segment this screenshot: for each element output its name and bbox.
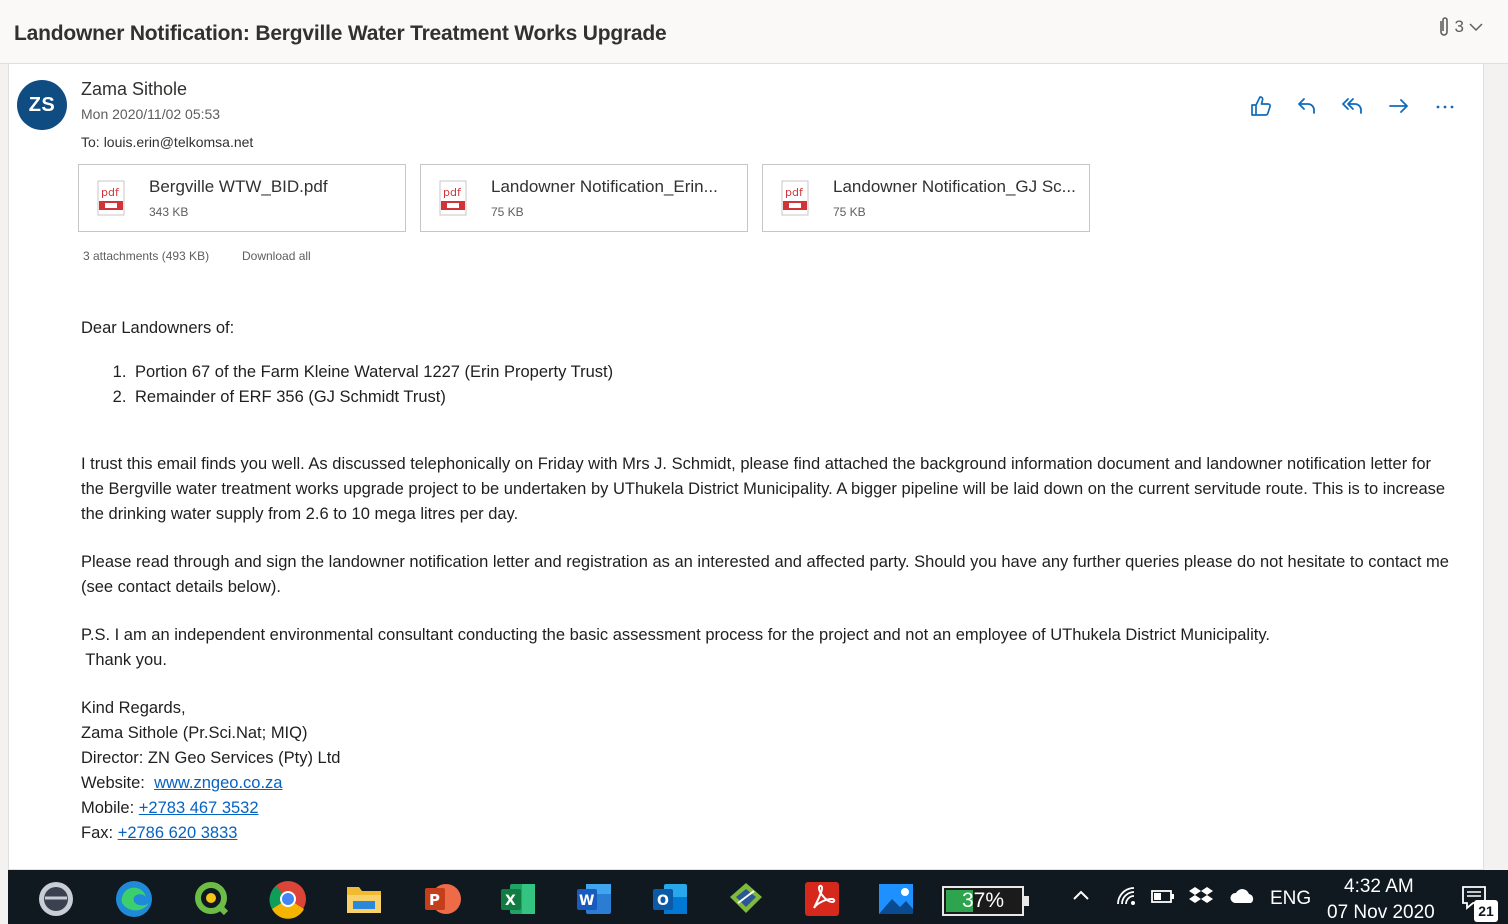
forward-button[interactable] bbox=[1383, 90, 1415, 122]
greeting: Dear Landowners of: bbox=[81, 319, 235, 337]
website-link[interactable]: www.zngeo.co.za bbox=[154, 774, 282, 792]
more-actions-button[interactable] bbox=[1429, 90, 1461, 122]
forward-icon bbox=[1389, 99, 1408, 113]
clock-time[interactable]: 4:32 AM bbox=[1344, 876, 1414, 898]
taskbar: P X W O 37% ENG 4:32 AM 07 Nov 2020 21 bbox=[8, 870, 1508, 924]
conversation-count[interactable]: 3 bbox=[1437, 16, 1484, 38]
attachment-name: Landowner Notification_Erin... bbox=[491, 177, 718, 196]
message-actions bbox=[1245, 90, 1461, 122]
signature-fax: Fax: +2786 620 3833 bbox=[81, 821, 1451, 846]
attachment-card[interactable]: pdf Landowner Notification_Erin... 75 KB bbox=[420, 164, 748, 232]
battery-icon[interactable] bbox=[1150, 884, 1176, 914]
fax-label: Fax: bbox=[81, 824, 118, 842]
message-count: 3 bbox=[1454, 17, 1464, 36]
qlik-icon[interactable] bbox=[192, 879, 232, 919]
svg-text:W: W bbox=[579, 893, 594, 909]
outlook-icon[interactable]: O bbox=[650, 879, 690, 919]
svg-text:pdf: pdf bbox=[785, 186, 804, 199]
reply-all-button[interactable] bbox=[1337, 90, 1369, 122]
paperclip-icon bbox=[1439, 17, 1448, 36]
wifi-icon[interactable] bbox=[1114, 884, 1138, 914]
signature-website: Website: www.zngeo.co.za bbox=[81, 771, 1451, 796]
dropbox-icon[interactable] bbox=[1188, 884, 1214, 914]
avatar[interactable]: ZS bbox=[17, 80, 67, 130]
chevron-up-icon[interactable] bbox=[1070, 884, 1092, 912]
pdf-file-icon: pdf bbox=[781, 180, 809, 216]
chrome-icon[interactable] bbox=[268, 879, 308, 919]
website-label: Website: bbox=[81, 774, 150, 792]
like-button[interactable] bbox=[1245, 90, 1277, 122]
outlook-reading-pane: Landowner Notification: Bergville Water … bbox=[0, 0, 1508, 924]
attachment-name: Bergville WTW_BID.pdf bbox=[149, 177, 328, 196]
email-subject: Landowner Notification: Bergville Water … bbox=[14, 22, 667, 45]
attachment-name: Landowner Notification_GJ Sc... bbox=[833, 177, 1076, 196]
sender-name[interactable]: Zama Sithole bbox=[81, 79, 187, 100]
signature-name: Zama Sithole (Pr.Sci.Nat; MIQ) bbox=[81, 724, 308, 742]
signoff: Kind Regards, bbox=[81, 699, 186, 717]
paragraph-request: Please read through and sign the landown… bbox=[81, 553, 1449, 596]
download-all-link[interactable]: Download all bbox=[242, 249, 311, 263]
powerpoint-icon[interactable]: P bbox=[422, 879, 462, 919]
property-list: Portion 67 of the Farm Kleine Waterval 1… bbox=[131, 360, 1451, 410]
svg-text:P: P bbox=[429, 891, 440, 909]
signature-mobile: Mobile: +2783 467 3532 bbox=[81, 796, 1451, 821]
app-icon[interactable] bbox=[726, 879, 766, 919]
acrobat-icon[interactable] bbox=[802, 879, 842, 919]
recipient-address[interactable]: louis.erin@telkomsa.net bbox=[104, 134, 254, 150]
mobile-link[interactable]: +2783 467 3532 bbox=[139, 799, 259, 817]
mobile-label: Mobile: bbox=[81, 799, 139, 817]
list-item: Portion 67 of the Farm Kleine Waterval 1… bbox=[131, 360, 1451, 385]
battery-indicator[interactable]: 37% bbox=[942, 886, 1029, 916]
message-body: Dear Landowners of: Portion 67 of the Fa… bbox=[81, 316, 1451, 846]
paragraph-ps: P.S. I am an independent environmental c… bbox=[81, 626, 1270, 644]
battery-nub bbox=[1024, 896, 1029, 906]
attachment-summary: 3 attachments (493 KB) bbox=[83, 249, 210, 263]
recipient-line: To: louis.erin@telkomsa.net bbox=[81, 134, 253, 150]
excel-icon[interactable]: X bbox=[498, 879, 538, 919]
to-label: To: bbox=[81, 134, 100, 150]
notification-count-badge: 21 bbox=[1474, 900, 1498, 922]
paragraph-intro: I trust this email finds you well. As di… bbox=[81, 455, 1446, 523]
onedrive-icon[interactable] bbox=[1228, 884, 1258, 914]
svg-text:pdf: pdf bbox=[101, 186, 120, 199]
thank-you: Thank you. bbox=[81, 651, 167, 669]
attachment-list: pdf Bergville WTW_BID.pdf 343 KB pdf Lan… bbox=[78, 164, 1090, 232]
subject-bar: Landowner Notification: Bergville Water … bbox=[0, 0, 1508, 64]
battery-percent: 37% bbox=[961, 889, 1005, 912]
file-explorer-icon[interactable] bbox=[344, 879, 384, 919]
attachment-size: 343 KB bbox=[149, 205, 189, 219]
message-card: ZS Zama Sithole Mon 2020/11/02 05:53 To:… bbox=[8, 64, 1484, 870]
attachment-card[interactable]: pdf Bergville WTW_BID.pdf 343 KB bbox=[78, 164, 406, 232]
reply-button[interactable] bbox=[1291, 90, 1323, 122]
thumbs-up-icon bbox=[1251, 96, 1271, 116]
list-item: Remainder of ERF 356 (GJ Schmidt Trust) bbox=[131, 385, 1451, 410]
attachment-size: 75 KB bbox=[491, 205, 524, 219]
svg-text:X: X bbox=[505, 893, 516, 909]
fax-link[interactable]: +2786 620 3833 bbox=[118, 824, 238, 842]
language-indicator[interactable]: ENG bbox=[1270, 888, 1311, 910]
pdf-file-icon: pdf bbox=[439, 180, 467, 216]
word-icon[interactable]: W bbox=[574, 879, 614, 919]
steam-icon[interactable] bbox=[36, 879, 76, 919]
clock-date[interactable]: 07 Nov 2020 bbox=[1327, 902, 1435, 924]
edge-icon[interactable] bbox=[114, 879, 154, 919]
reply-all-icon bbox=[1342, 98, 1362, 114]
chevron-down-icon bbox=[1469, 23, 1483, 32]
attachment-size: 75 KB bbox=[833, 205, 866, 219]
photos-icon[interactable] bbox=[876, 879, 916, 919]
sent-date: Mon 2020/11/02 05:53 bbox=[81, 106, 221, 122]
more-icon bbox=[1436, 105, 1454, 109]
svg-text:O: O bbox=[657, 893, 669, 909]
svg-text:pdf: pdf bbox=[443, 186, 462, 199]
pdf-file-icon: pdf bbox=[97, 180, 125, 216]
signature-title: Director: ZN Geo Services (Pty) Ltd bbox=[81, 749, 341, 767]
attachment-card[interactable]: pdf Landowner Notification_GJ Sc... 75 K… bbox=[762, 164, 1090, 232]
reply-icon bbox=[1298, 98, 1315, 114]
